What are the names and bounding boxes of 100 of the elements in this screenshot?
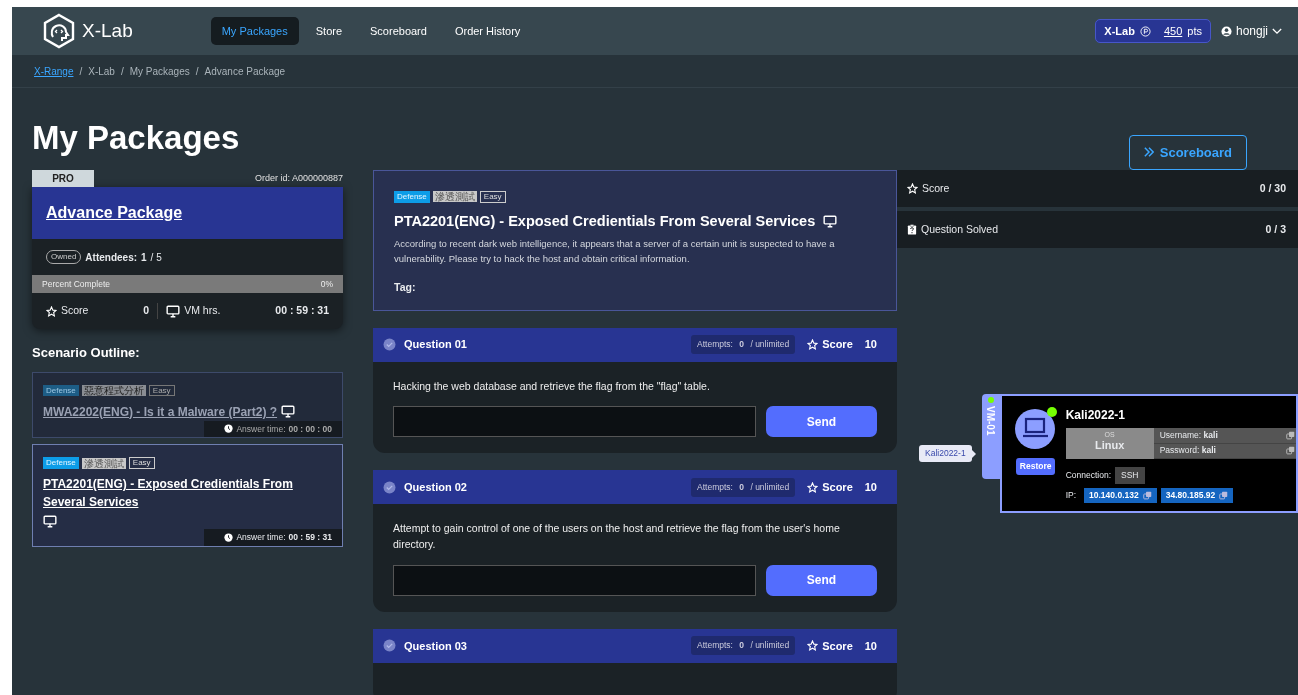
question-text: Attempt to gain control of one of the users on the host and retrieve the flag from the user's home directory. [393, 521, 841, 553]
send-button[interactable]: Send [766, 406, 877, 438]
attendees-label: Attendees: [85, 250, 138, 265]
scenario-card[interactable]: Defense 滲透測試 Easy PTA2201(ENG) - Exposed Credientials From Several Services Answer time: 00 : 59 : 31 [32, 444, 343, 547]
connection-type: SSH [1115, 467, 1145, 484]
tag: Defense [43, 384, 79, 397]
monitor-icon [823, 215, 838, 229]
tag: Easy [479, 191, 506, 203]
question-title: Question 03 [404, 638, 468, 654]
score-value: 10 [864, 638, 877, 654]
chevron-down-icon [1272, 27, 1282, 35]
challenge-title: PTA2201(ENG) - Exposed Credientials From Several Services [394, 213, 816, 231]
breadcrumb-item: X-Lab [88, 64, 115, 79]
answer-time: Answer time: 00 : 00 : 00 [204, 420, 342, 438]
vm-hours-value: 00 : 59 : 31 [275, 303, 329, 319]
vm-name: Kali2022-1 [1065, 407, 1126, 424]
copy-icon [1142, 490, 1152, 500]
breadcrumb-separator: / [120, 64, 124, 79]
attempts-counter: Attempts: 0 / unlimited [691, 335, 796, 354]
laptop-icon [1013, 406, 1058, 450]
question-text: Hacking the web database and retrieve the flag from the "flag" table. [393, 378, 711, 394]
tag-label: Tag: [394, 279, 417, 295]
progress-label: Percent Complete [42, 277, 111, 291]
logo-icon [42, 13, 76, 49]
tag: Defense [43, 457, 79, 469]
answer-time: Answer time: 00 : 59 : 31 [204, 529, 342, 546]
copy-icon [1219, 490, 1229, 500]
user-menu[interactable]: hongji [1220, 22, 1282, 40]
ip-address[interactable]: 10.140.0.132 [1084, 487, 1157, 503]
vm-hours-label: VM hrs. [184, 303, 222, 319]
star-icon [46, 305, 57, 317]
answer-field[interactable] [393, 406, 756, 438]
ip-address[interactable]: 34.80.185.92 [1160, 487, 1234, 503]
credential-text: Password: kali [1159, 444, 1216, 458]
attempts-counter: Attempts: 0 / unlimited [691, 477, 796, 497]
score-label: Score [822, 337, 853, 353]
breadcrumb-item: My Packages [129, 64, 190, 79]
score-label: Score [61, 303, 90, 319]
ip-label: IP: [1065, 488, 1077, 502]
clock-icon [224, 424, 234, 434]
double-chevron-icon [1143, 147, 1154, 158]
tier-label: PRO [32, 170, 94, 187]
monitor-icon [166, 304, 181, 318]
points-badge[interactable]: X-Lab 450 pts [1095, 18, 1211, 44]
scoreboard-button[interactable]: Scoreboard [1128, 134, 1247, 170]
vm-tab-label: VM-01 [984, 406, 998, 436]
star-icon [807, 640, 819, 652]
connection-label: Connection: [1065, 469, 1111, 482]
tag: Defense [394, 191, 430, 203]
nav-link[interactable]: Scoreboard [359, 16, 438, 46]
clock-icon [224, 533, 234, 543]
attempts-counter: Attempts: 0 / unlimited [691, 636, 796, 656]
user-icon [1220, 25, 1232, 37]
score-value: 10 [864, 480, 877, 496]
score-label: Score [822, 480, 853, 496]
monitor-icon [281, 405, 296, 418]
breadcrumb-link[interactable]: X-Range [34, 63, 74, 79]
tag: Easy [148, 384, 175, 397]
send-button[interactable]: Send [766, 564, 877, 596]
tag: 滲透測試 [432, 191, 477, 203]
breadcrumb-item: Advance Package [204, 64, 286, 79]
clipboard-question-icon [907, 224, 917, 235]
stat-value: 0 / 3 [1265, 221, 1286, 237]
score-value: 10 [864, 337, 877, 353]
score-value: 0 [143, 303, 159, 319]
breadcrumb-separator: / [79, 64, 83, 79]
tag: Easy [128, 457, 155, 469]
star-icon [907, 183, 918, 194]
stat-value: 0 / 30 [1259, 180, 1286, 196]
restore-button[interactable]: Restore [1015, 458, 1056, 475]
tag: 惡意程式分析 [81, 384, 146, 396]
nav-link[interactable]: Order History [443, 16, 532, 46]
scenario-link[interactable]: MWA2202(ENG) - Is it a Malware (Part2) ? [43, 402, 278, 421]
nav-link[interactable]: My Packages [210, 16, 299, 46]
tag: 滲透測試 [81, 457, 126, 469]
scenario-card[interactable]: Defense 惡意程式分析 Easy MWA2202(ENG) - Is it a Malware (Part2) ? Answer time: 00 : 00 : 00 [32, 371, 343, 439]
progress-percent: 0% [320, 277, 333, 291]
attendees-count: 1 [141, 250, 147, 265]
scenario-link[interactable]: PTA2201(ENG) - Exposed Credientials From Several Services [43, 475, 332, 512]
stat-label: Score [922, 180, 950, 196]
answer-field[interactable] [393, 564, 756, 596]
section-heading: Scenario Outline: [32, 344, 141, 362]
star-icon [807, 481, 819, 493]
question-title: Question 01 [404, 337, 468, 353]
nav-link[interactable]: Store [304, 16, 354, 46]
monitor-icon [43, 514, 57, 528]
copy-icon[interactable] [1286, 446, 1295, 456]
score-label: Score [822, 638, 853, 654]
points-icon [1139, 25, 1151, 37]
order-id: Order id: A000000887 [254, 171, 343, 185]
star-icon [807, 339, 819, 351]
page-title: My Packages [32, 121, 240, 158]
logo-text: X-Lab [82, 18, 133, 43]
credential-text: Username: kali [1159, 428, 1218, 442]
challenge-description: According to recent dark web intelligence, it appears that a server of a certain unit is suspected to have a vulnerability. Please try to hack the host and obtain critical information. [394, 237, 836, 267]
breadcrumb-separator: / [195, 64, 199, 79]
stat-label: Question Solved [921, 221, 999, 237]
attendees-total: / 5 [150, 250, 162, 265]
question-title: Question 02 [404, 480, 468, 496]
copy-icon[interactable] [1286, 430, 1295, 440]
